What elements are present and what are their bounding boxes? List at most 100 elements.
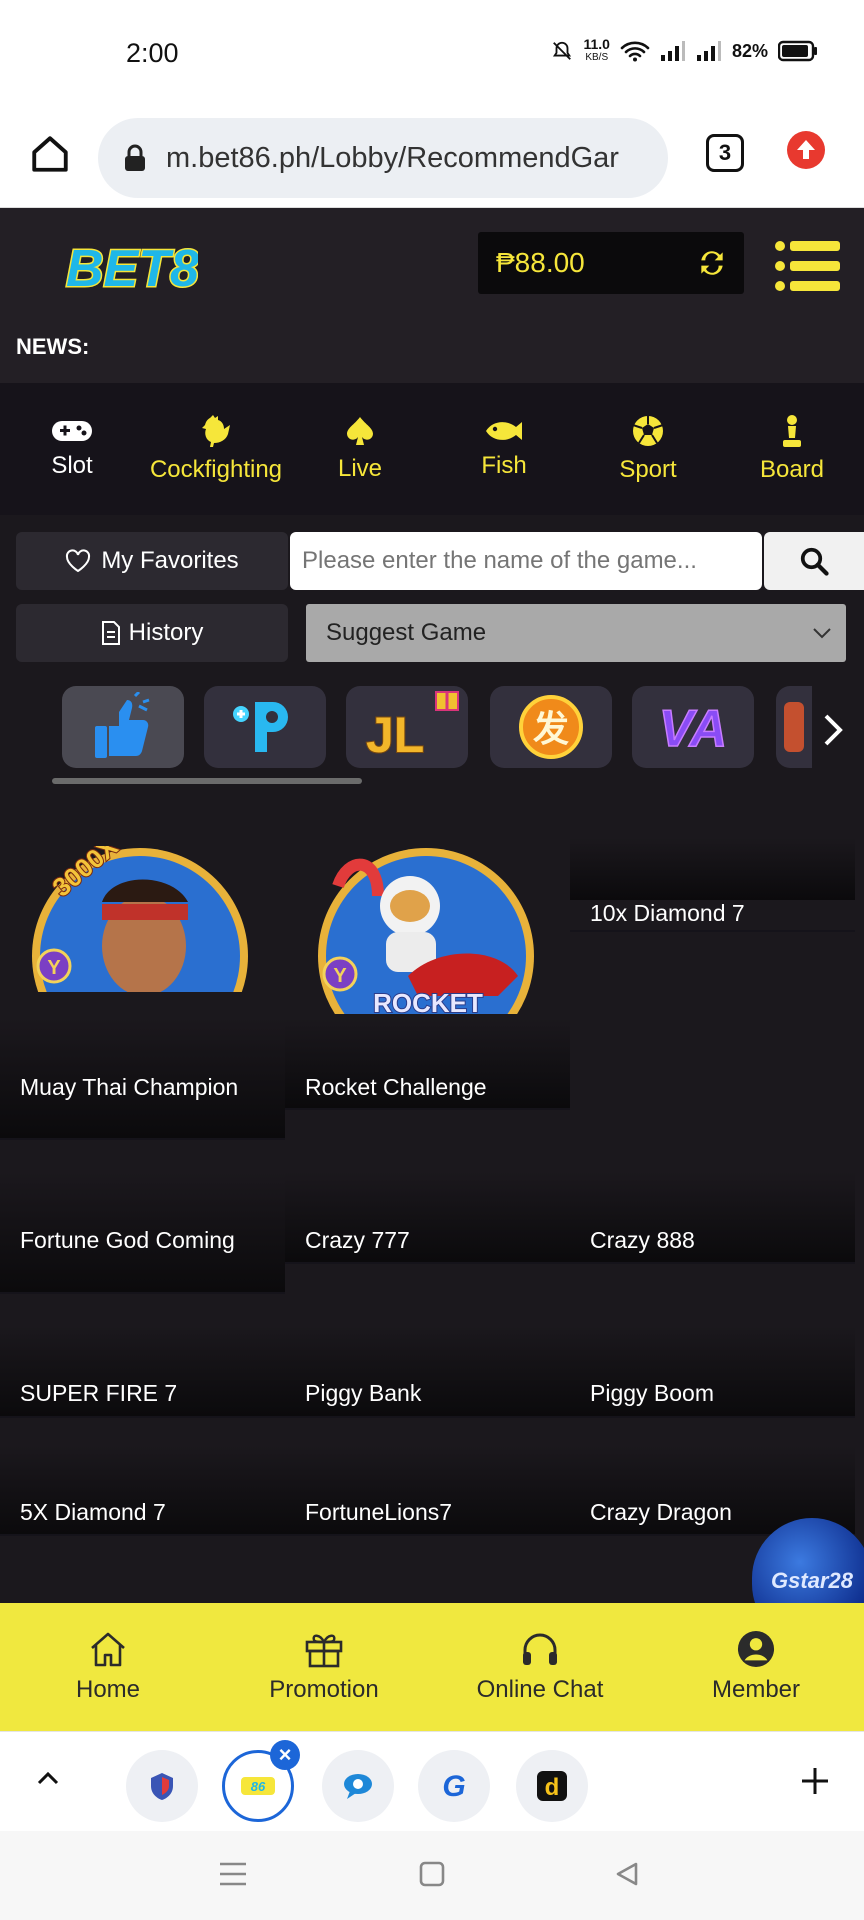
- divider: [570, 930, 855, 932]
- game-title[interactable]: Crazy 777: [305, 1223, 410, 1257]
- system-navigation-bar: [0, 1831, 864, 1920]
- signal-icon: [660, 41, 685, 61]
- game-title[interactable]: Fortune God Coming: [20, 1223, 260, 1257]
- status-icons: 11.0 KB/S 82%: [551, 36, 818, 64]
- status-bar: 2:00 11.0 KB/S 82%: [0, 0, 864, 104]
- game-title[interactable]: Piggy Boom: [590, 1376, 714, 1410]
- home-square-icon[interactable]: [419, 1861, 445, 1887]
- category-bar: Slot Cockfighting Live Fish Sport Board: [0, 383, 864, 515]
- provider-scrollbar[interactable]: [52, 778, 362, 784]
- lock-icon: [125, 144, 145, 171]
- tile-band: [570, 838, 855, 900]
- provider-pp[interactable]: [204, 686, 326, 768]
- category-sport[interactable]: Sport: [576, 383, 720, 515]
- category-slot[interactable]: Slot: [0, 383, 144, 515]
- menu-lines-icon[interactable]: [218, 1861, 248, 1887]
- va-logo-icon: VA: [658, 699, 728, 759]
- game-title[interactable]: Piggy Bank: [305, 1376, 421, 1410]
- game-title[interactable]: Muay Thai Champion: [20, 1070, 260, 1104]
- svg-text:86: 86: [251, 1779, 266, 1794]
- upgrade-icon[interactable]: [786, 130, 826, 170]
- rocket-art: Y ROCKET: [318, 848, 534, 1014]
- network-speed: 11.0 KB/S: [583, 36, 610, 63]
- tab-site-4[interactable]: G: [418, 1750, 490, 1822]
- svg-text:JL: JL: [366, 707, 424, 763]
- svg-text:G: G: [442, 1770, 465, 1802]
- svg-text:Y: Y: [333, 965, 347, 987]
- battery-percent: 82%: [731, 40, 768, 61]
- chevron-right-icon[interactable]: [822, 710, 846, 750]
- game-title[interactable]: Crazy Dragon: [590, 1495, 732, 1529]
- tab-close-icon[interactable]: ×: [270, 1740, 300, 1770]
- provider-partial[interactable]: [776, 686, 812, 768]
- category-fish[interactable]: Fish: [432, 383, 576, 515]
- nav-online-chat[interactable]: Online Chat: [432, 1603, 648, 1731]
- site-header: BET86 ₱88.00 NEWS:: [0, 208, 864, 383]
- search-icon: [800, 547, 829, 576]
- muay-thai-thumbnail[interactable]: Y 3000X: [32, 846, 248, 992]
- game-filter-select[interactable]: Suggest Game: [306, 604, 846, 662]
- divider: [285, 1534, 570, 1536]
- game-title[interactable]: 5X Diamond 7: [20, 1495, 166, 1529]
- browser-home-button[interactable]: [26, 130, 74, 178]
- shield-logo-icon: [151, 1773, 173, 1800]
- provider-recommend[interactable]: [62, 686, 184, 768]
- provider-va[interactable]: VA: [632, 686, 754, 768]
- chevron-down-icon: [813, 628, 831, 639]
- bet86-logo[interactable]: BET86: [62, 228, 199, 308]
- plus-icon[interactable]: [800, 1766, 830, 1796]
- battery-icon: [778, 40, 817, 62]
- category-cockfighting[interactable]: Cockfighting: [144, 383, 288, 515]
- divider: [570, 1262, 855, 1264]
- game-title[interactable]: 10x Diamond 7: [590, 896, 745, 930]
- provider-fa-chai[interactable]: 发: [490, 686, 612, 768]
- tab-site-5[interactable]: d: [516, 1750, 588, 1822]
- nav-home[interactable]: Home: [0, 1603, 216, 1731]
- tab-site-1[interactable]: [126, 1750, 198, 1822]
- provider-partial-logo: [784, 702, 804, 752]
- game-title[interactable]: FortuneLions7: [305, 1495, 452, 1529]
- category-board[interactable]: Board: [720, 383, 864, 515]
- chevron-up-icon[interactable]: [36, 1770, 60, 1786]
- address-bar[interactable]: m.bet86.ph/Lobby/RecommendGar: [98, 118, 668, 198]
- browser-tab-strip: 86 × G d: [0, 1731, 864, 1831]
- tab-count-button[interactable]: 3: [706, 134, 744, 172]
- headset-icon: [523, 1633, 557, 1665]
- game-search-input[interactable]: [290, 532, 762, 590]
- search-button[interactable]: [764, 532, 864, 590]
- game-title[interactable]: SUPER FIRE 7: [20, 1376, 177, 1410]
- history-button[interactable]: History: [16, 604, 288, 662]
- jl-logo-icon: JL: [365, 691, 459, 764]
- divider: [570, 1416, 855, 1418]
- nav-member[interactable]: Member: [648, 1603, 864, 1731]
- game-title[interactable]: Crazy 888: [590, 1223, 695, 1257]
- gift-icon: [305, 1634, 343, 1668]
- soccer-ball-icon: [632, 416, 664, 446]
- svg-text:发: 发: [533, 709, 569, 750]
- my-favorites-button[interactable]: My Favorites: [16, 532, 288, 590]
- rooster-icon: [202, 415, 230, 447]
- divider: [285, 1416, 570, 1418]
- bet86-tab-icon: 86: [241, 1777, 275, 1795]
- refresh-icon[interactable]: [696, 247, 728, 279]
- category-live[interactable]: Live: [288, 383, 432, 515]
- chess-pawn-icon: [783, 415, 801, 447]
- hamburger-menu-icon[interactable]: [774, 238, 840, 294]
- rocket-challenge-thumbnail[interactable]: Y ROCKET: [318, 846, 534, 1014]
- tab-site-3[interactable]: [322, 1750, 394, 1822]
- home-icon: [91, 1632, 125, 1667]
- game-title[interactable]: Rocket Challenge: [305, 1070, 487, 1104]
- divider: [285, 1262, 570, 1264]
- heart-outline-icon: [66, 549, 91, 573]
- fish-icon: [486, 422, 522, 440]
- gamepad-icon: [52, 421, 92, 441]
- wifi-icon: [620, 41, 650, 62]
- provider-jili[interactable]: JL: [346, 686, 468, 768]
- bottom-nav: Home Promotion Online Chat Member: [0, 1603, 864, 1731]
- divider: [0, 1416, 285, 1418]
- back-triangle-icon[interactable]: [614, 1861, 640, 1887]
- divider: [285, 1108, 570, 1110]
- chat-bubble-icon: [344, 1774, 372, 1799]
- nav-promotion[interactable]: Promotion: [216, 1603, 432, 1731]
- muay-thai-art: Y 3000X: [32, 846, 248, 992]
